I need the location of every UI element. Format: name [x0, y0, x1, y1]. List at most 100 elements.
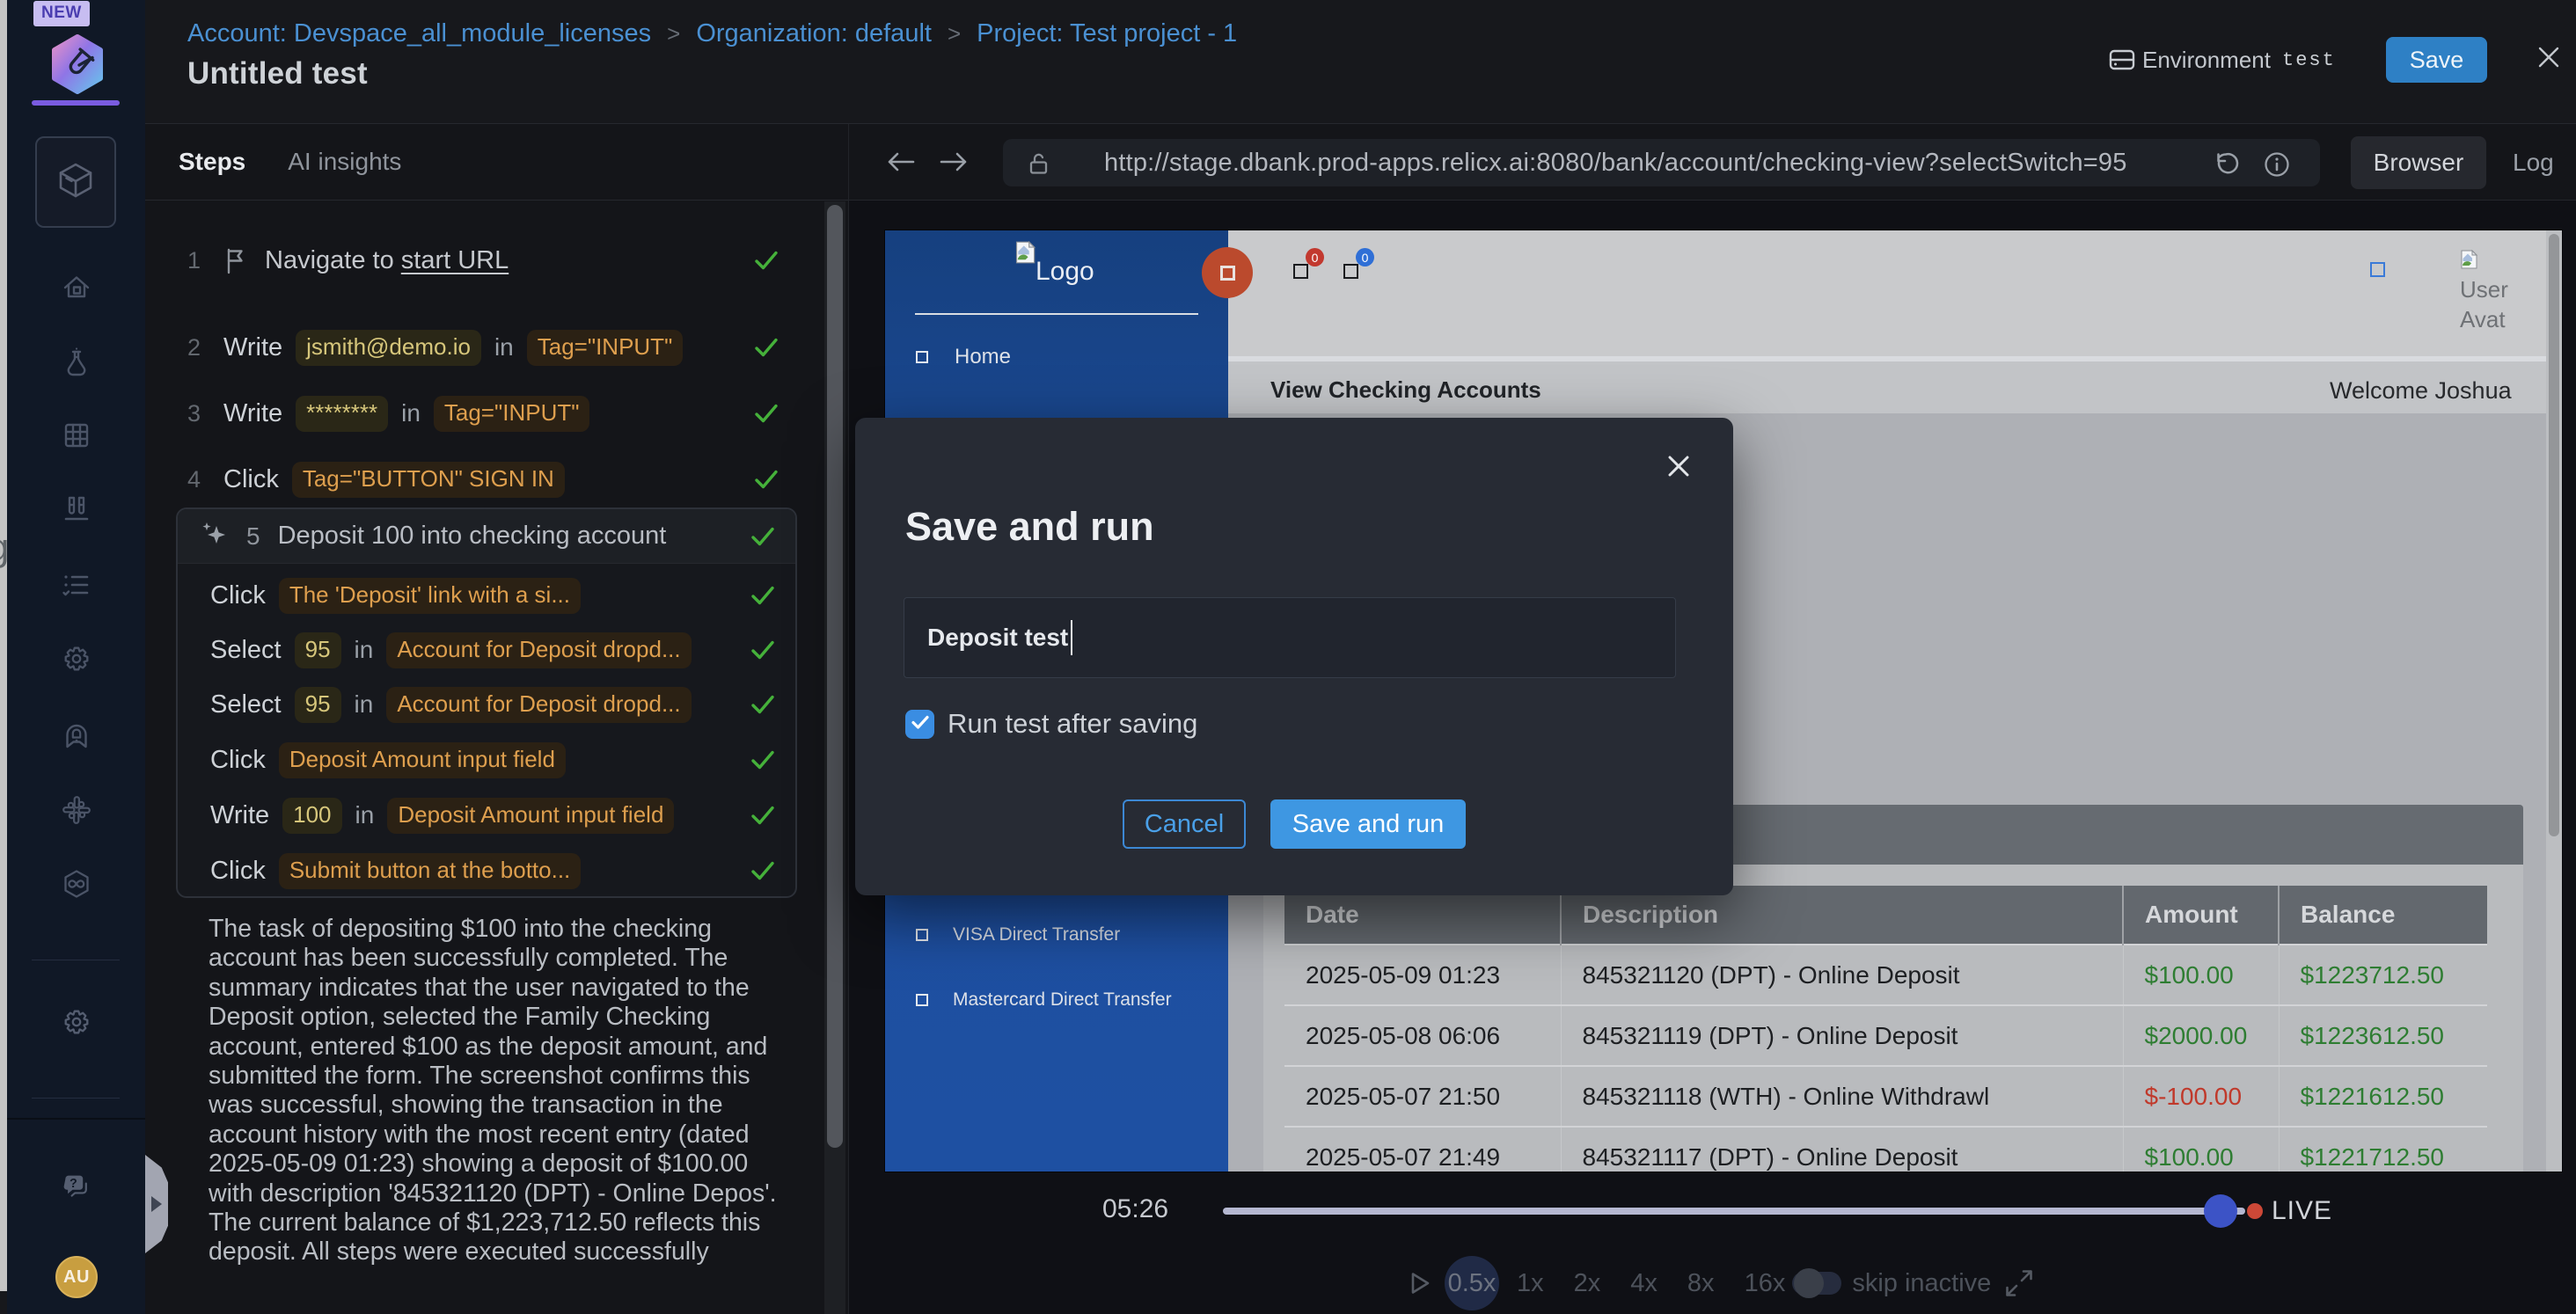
bank-logo-text: Logo [1036, 257, 1094, 287]
speed-option-4x[interactable]: 4x [1630, 1269, 1658, 1298]
step-selector-chip: Account for Deposit dropd... [386, 687, 691, 723]
playback-progress-thumb[interactable] [2204, 1194, 2237, 1228]
refresh-icon[interactable] [2211, 149, 2241, 183]
test-name-input[interactable]: Deposit test [904, 597, 1676, 678]
step-action: Click [223, 465, 279, 494]
bank-nav-label: Home [955, 345, 1011, 369]
tab-ai-insights[interactable]: AI insights [288, 148, 401, 176]
save-and-run-button[interactable]: Save and run [1270, 799, 1466, 849]
integrations-icon[interactable] [61, 868, 92, 900]
flag-icon [223, 246, 252, 281]
cell-date: 2025-05-08 06:06 [1284, 1005, 1561, 1066]
play-icon[interactable] [1406, 1268, 1434, 1298]
environment-value[interactable]: test [2282, 49, 2336, 71]
step-action: Click [210, 746, 266, 775]
step-selector-chip: Submit button at the botto... [279, 853, 581, 889]
substep-row[interactable]: ClickDeposit Amount input field [210, 738, 773, 782]
bank-nav-mastercard-direct-transfer[interactable]: Mastercard Direct Transfer [916, 989, 1172, 1011]
check-icon [750, 747, 776, 773]
step-group-header[interactable]: 5 Deposit 100 into checking account [178, 509, 795, 564]
step-row[interactable]: 3Write********inTag="INPUT" [187, 391, 821, 436]
bank-topbar [1228, 230, 2546, 356]
step-group-title: Deposit 100 into checking account [278, 522, 667, 551]
step-action: Click [210, 857, 266, 886]
step-group[interactable]: 5 Deposit 100 into checking account Clic… [176, 507, 797, 898]
broken-notification-icon[interactable] [1293, 264, 1308, 279]
substep-row[interactable]: Click Submit button at the botto... [210, 849, 773, 893]
step-row[interactable]: 2Writejsmith@demo.ioinTag="INPUT" [187, 325, 821, 370]
check-icon [750, 582, 776, 609]
home-icon[interactable] [61, 271, 92, 303]
bank-nav-bullet-icon [916, 351, 928, 363]
modal-close-icon[interactable] [1664, 451, 1692, 479]
agent-icon[interactable] [61, 719, 92, 751]
page-header: Account: Devspace_all_module_licenses>Or… [145, 0, 2576, 124]
broken-notification-icon[interactable] [1343, 264, 1358, 279]
back-icon[interactable] [884, 147, 918, 181]
url-bar[interactable]: http://stage.dbank.prod-apps.relicx.ai:8… [1003, 139, 2320, 186]
slack-icon[interactable] [61, 794, 92, 826]
run-after-saving-label: Run test after saving [948, 708, 1197, 740]
speed-option-1x[interactable]: 1x [1517, 1269, 1544, 1298]
start-url-link[interactable]: start URL [401, 246, 509, 274]
substep-row[interactable]: Select95inAccount for Deposit dropd... [210, 628, 773, 672]
playback-progress-track[interactable] [1223, 1208, 2245, 1215]
step-row[interactable]: 4ClickTag="BUTTON" SIGN IN [187, 456, 821, 502]
cancel-button[interactable]: Cancel [1123, 799, 1246, 849]
close-icon[interactable] [2534, 42, 2564, 72]
cell-description: 845321119 (DPT) - Online Deposit [1561, 1005, 2123, 1066]
avatar-alt-text: Avat [2460, 306, 2506, 333]
info-icon[interactable] [2262, 150, 2292, 184]
step-row[interactable]: 1Navigate to start URL [187, 237, 821, 283]
save-button[interactable]: Save [2386, 37, 2487, 83]
speed-option-8x[interactable]: 8x [1687, 1269, 1715, 1298]
tab-log[interactable]: Log [2513, 136, 2554, 189]
user-avatar[interactable]: AU [55, 1256, 98, 1298]
playback-time: 05:26 [1102, 1194, 1168, 1224]
flask-icon[interactable] [61, 346, 92, 377]
cell-amount: $100.00 [2123, 1127, 2279, 1172]
sidebar-divider [32, 1098, 120, 1099]
substep-row[interactable]: ClickThe 'Deposit' link with a si... [210, 573, 773, 617]
relicx-logo[interactable] [48, 33, 106, 95]
sidebar-item-active-workspace[interactable] [35, 136, 116, 228]
substep-row[interactable]: Write100inDeposit Amount input field [210, 793, 773, 837]
background-window-strip: g [0, 0, 7, 1314]
bank-nav-home[interactable]: Home [916, 345, 1011, 369]
text-caret [1071, 620, 1072, 655]
speed-option-0.5x[interactable]: 0.5x [1448, 1269, 1497, 1298]
run-after-saving-checkbox[interactable] [905, 710, 934, 739]
app-sidebar: NEW ? AU [7, 0, 145, 1314]
steps-scrollbar[interactable] [824, 201, 845, 1314]
grid-icon[interactable] [61, 420, 92, 451]
gear-icon[interactable] [61, 1006, 92, 1038]
step-conjunction: in [494, 333, 514, 361]
forward-icon[interactable] [937, 147, 970, 181]
test-name-value: Deposit test [927, 624, 1068, 652]
expand-icon[interactable] [2003, 1267, 2035, 1299]
help-icon[interactable]: ? [61, 1172, 92, 1204]
step-number: 5 [246, 522, 260, 551]
test-tubes-icon[interactable] [61, 493, 92, 525]
checklist-icon[interactable] [61, 569, 92, 601]
tab-browser[interactable]: Browser [2351, 136, 2486, 189]
speed-option-2x[interactable]: 2x [1574, 1269, 1601, 1298]
step-number: 4 [187, 466, 210, 493]
bank-page-scrollbar[interactable] [2546, 230, 2562, 1172]
gear-icon[interactable] [61, 643, 92, 675]
bank-welcome-text: Welcome Joshua [2330, 377, 2512, 405]
step-summary-text: The task of depositing $100 into the che… [209, 915, 791, 1267]
substep-row[interactable]: Select95inAccount for Deposit dropd... [210, 683, 773, 726]
cell-balance: $1221612.50 [2279, 1066, 2487, 1127]
speed-option-active[interactable]: 0.5x [1445, 1256, 1499, 1310]
tab-steps[interactable]: Steps [179, 148, 245, 176]
live-label: LIVE [2272, 1196, 2332, 1226]
table-column-header: Balance [2279, 886, 2487, 945]
skip-inactive-toggle[interactable] [1792, 1272, 1841, 1295]
bank-nav-visa-direct-transfer[interactable]: VISA Direct Transfer [916, 924, 1120, 945]
speed-option-16x[interactable]: 16x [1745, 1269, 1786, 1298]
panel-collapse-handle[interactable] [145, 1155, 168, 1253]
step-text: Navigate to start URL [265, 246, 509, 275]
step-action: Select [210, 636, 282, 665]
step-action: Write [210, 801, 269, 830]
